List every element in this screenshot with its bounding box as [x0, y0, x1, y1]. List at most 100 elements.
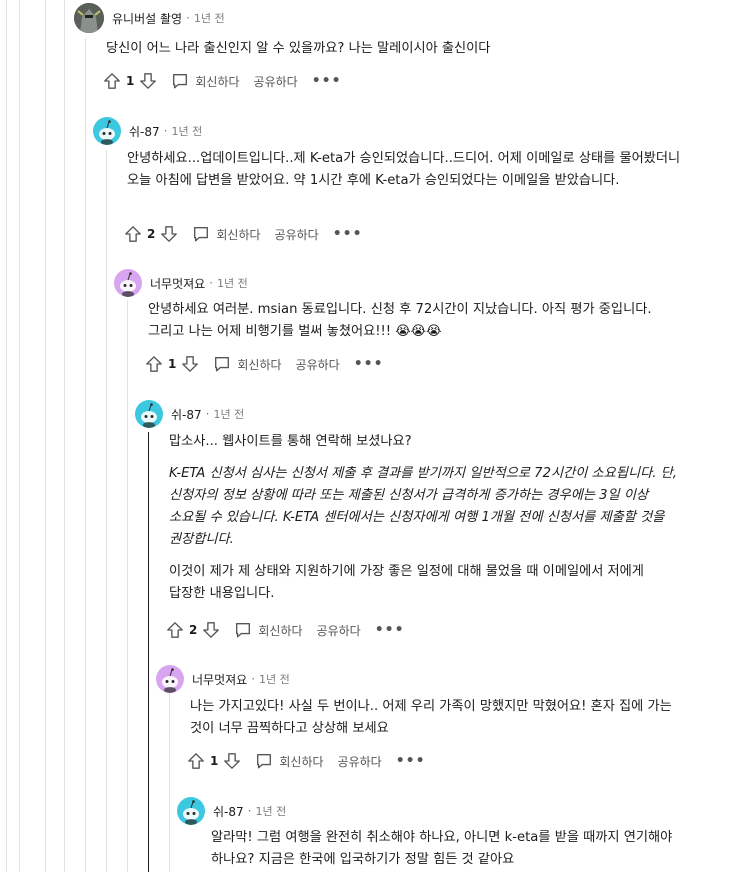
more-options-button[interactable]: ••• [312, 73, 342, 89]
reply-label: 회신하다 [258, 623, 303, 638]
reply-label: 회신하다 [216, 227, 261, 242]
action-bar: 1 회신하다 공유하다 ••• [103, 68, 342, 94]
username[interactable]: 너무멋져요 [192, 671, 247, 688]
reply-icon [213, 355, 231, 373]
reply-icon [192, 225, 210, 243]
reply-label: 회신하다 [279, 754, 324, 769]
downvote-icon [202, 621, 220, 639]
comment-body: 알라막! 그럼 여행을 완전히 취소해야 하나요, 아니면 k-eta를 받을 … [211, 827, 689, 871]
upvote-button[interactable] [145, 355, 163, 373]
comment-text: 안녕하세요...업데이트입니다..제 K-eta가 승인되었습니다..드디어. … [127, 151, 681, 188]
upvote-button[interactable] [103, 72, 121, 90]
separator-dot: · [251, 672, 256, 686]
upvote-icon [187, 752, 205, 770]
comment-text: 이것이 제가 제 상태와 지원하기에 가장 좋은 일정에 대해 물었을 때 이메… [169, 564, 644, 601]
thread-line[interactable] [106, 150, 107, 872]
username[interactable]: 너무멋져요 [150, 275, 205, 292]
comment-text: 당신이 어느 나라 출신인지 알 수 있을까요? 나는 말레이시아 출신이다 [106, 41, 491, 56]
comment-text: 안녕하세요 여러분. msian 동료입니다. 신청 후 72시간이 지났습니다… [148, 302, 652, 339]
reply-label: 회신하다 [237, 357, 282, 372]
avatar[interactable] [114, 269, 142, 297]
timestamp[interactable]: 1년 전 [255, 803, 286, 819]
timestamp[interactable]: 1년 전 [213, 406, 244, 422]
snoo-avatar-icon [177, 797, 205, 825]
comment-body: 나는 가지고있다! 사실 두 번이나.. 어제 우리 가족이 망했지만 막혔어요… [190, 696, 682, 740]
share-button[interactable]: 공유하다 [338, 753, 382, 770]
thread-line[interactable] [64, 0, 65, 872]
comment-text: 알라막! 그럼 여행을 완전히 취소해야 하나요, 아니면 k-eta를 받을 … [211, 830, 673, 867]
share-button[interactable]: 공유하다 [254, 73, 298, 90]
more-options-button[interactable]: ••• [354, 356, 384, 372]
comment-body: 안녕하세요...업데이트입니다..제 K-eta가 승인되었습니다..드디어. … [127, 148, 687, 192]
thread-line[interactable] [6, 0, 7, 872]
timestamp[interactable]: 1년 전 [171, 123, 202, 139]
username[interactable]: 쉬-87 [129, 123, 160, 140]
reply-button[interactable]: 회신하다 [234, 621, 303, 639]
share-label: 공유하다 [337, 754, 382, 769]
comment-body: 맙소사... 웹사이트를 통해 연락해 보셨나요? K-ETA 신청서 심사는 … [169, 431, 681, 605]
separator-dot: · [209, 276, 214, 290]
avatar[interactable] [93, 117, 121, 145]
thread-line[interactable] [127, 300, 128, 872]
action-bar: 2 회신하다 공유하다 ••• [124, 221, 363, 247]
downvote-icon [223, 752, 241, 770]
reply-button[interactable]: 회신하다 [255, 752, 324, 770]
separator-dot: · [205, 407, 210, 421]
reply-label: 회신하다 [195, 74, 240, 89]
more-options-button[interactable]: ••• [375, 622, 405, 638]
upvote-button[interactable] [187, 752, 205, 770]
downvote-button[interactable] [181, 355, 199, 373]
share-label: 공유하다 [253, 74, 298, 89]
username[interactable]: 유니버설 촬영 [112, 10, 182, 27]
vote-count: 1 [168, 357, 177, 371]
more-options-button[interactable]: ••• [396, 753, 426, 769]
downvote-icon [160, 225, 178, 243]
timestamp[interactable]: 1년 전 [194, 10, 225, 26]
more-options-button[interactable]: ••• [333, 226, 363, 242]
downvote-icon [181, 355, 199, 373]
upvote-button[interactable] [124, 225, 142, 243]
timestamp[interactable]: 1년 전 [259, 671, 290, 687]
upvote-icon [124, 225, 142, 243]
downvote-button[interactable] [223, 752, 241, 770]
upvote-icon [103, 72, 121, 90]
action-bar: 2 회신하다 공유하다 ••• [166, 617, 405, 643]
reply-button[interactable]: 회신하다 [192, 225, 261, 243]
downvote-button[interactable] [139, 72, 157, 90]
quoted-email-text: K-ETA 신청서 심사는 신청서 제출 후 결과를 받기까지 일반적으로 72… [169, 466, 677, 547]
thread-line[interactable] [85, 38, 86, 872]
share-button[interactable]: 공유하다 [296, 356, 340, 373]
share-button[interactable]: 공유하다 [275, 226, 319, 243]
share-label: 공유하다 [316, 623, 361, 638]
share-button[interactable]: 공유하다 [317, 622, 361, 639]
downvote-button[interactable] [202, 621, 220, 639]
avatar[interactable] [156, 665, 184, 693]
comment-header: 쉬-87 · 1년 전 [177, 795, 286, 827]
timestamp[interactable]: 1년 전 [217, 275, 248, 291]
upvote-icon [145, 355, 163, 373]
comment-header: 쉬-87 · 1년 전 [93, 115, 202, 147]
upvote-icon [166, 621, 184, 639]
comment-text: 맙소사... 웹사이트를 통해 연락해 보셨나요? [169, 434, 412, 449]
downvote-button[interactable] [160, 225, 178, 243]
thread-line[interactable] [169, 690, 170, 872]
comment-body: 안녕하세요 여러분. msian 동료입니다. 신청 후 72시간이 지났습니다… [148, 299, 688, 343]
snoo-avatar-icon [135, 400, 163, 428]
reply-button[interactable]: 회신하다 [171, 72, 240, 90]
knight-avatar-icon [74, 3, 104, 33]
comment-body: 당신이 어느 나라 출신인지 알 수 있을까요? 나는 말레이시아 출신이다 [106, 38, 706, 60]
share-label: 공유하다 [295, 357, 340, 372]
active-thread-line[interactable] [148, 432, 149, 872]
username[interactable]: 쉬-87 [213, 803, 244, 820]
reply-button[interactable]: 회신하다 [213, 355, 282, 373]
thread-line[interactable] [19, 0, 20, 872]
username[interactable]: 쉬-87 [171, 406, 202, 423]
avatar[interactable] [135, 400, 163, 428]
upvote-button[interactable] [166, 621, 184, 639]
comment-header: 너무멋져요 · 1년 전 [114, 267, 248, 299]
thread-line[interactable] [45, 0, 46, 872]
avatar[interactable] [74, 3, 104, 33]
avatar[interactable] [177, 797, 205, 825]
vote-count: 1 [210, 754, 219, 768]
vote-count: 2 [147, 227, 156, 241]
